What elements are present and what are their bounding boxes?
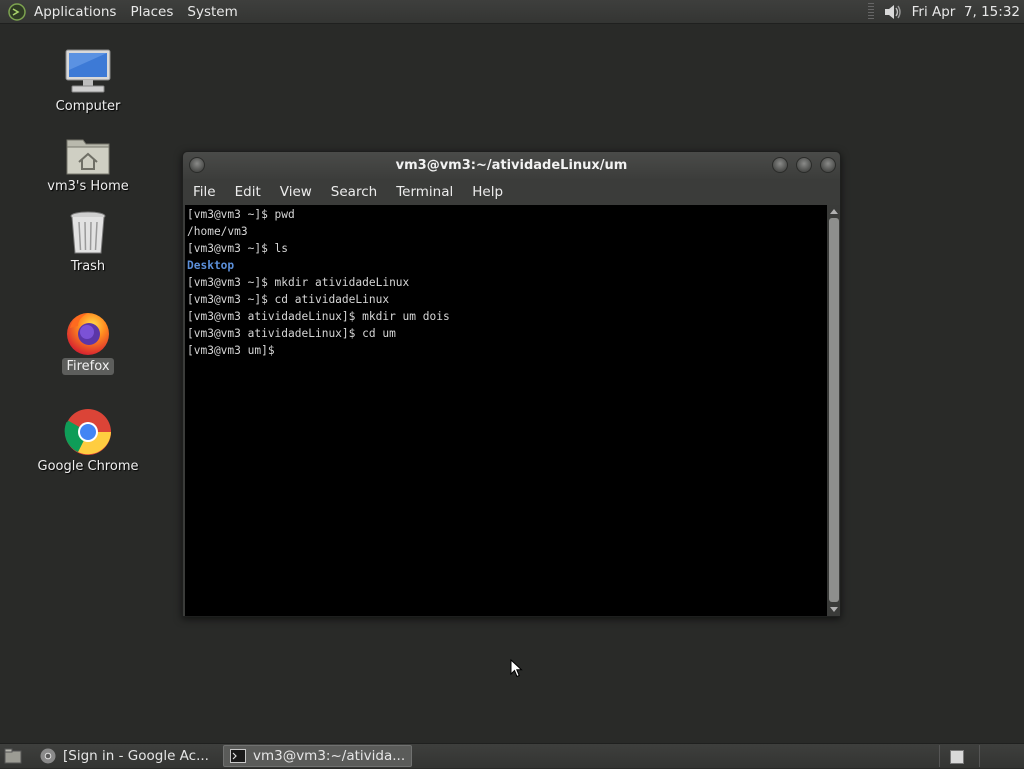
terminal-line: [vm3@vm3 ~]$ pwd <box>187 208 295 221</box>
show-desktop-icon <box>4 748 22 764</box>
maximize-button[interactable] <box>796 157 812 173</box>
volume-icon[interactable] <box>882 2 904 22</box>
terminal-icon <box>229 749 246 763</box>
terminal-line: [vm3@vm3 atividadeLinux]$ cd um <box>187 327 396 340</box>
scroll-down-arrow-icon[interactable] <box>827 604 840 616</box>
taskbar-item-chrome[interactable]: [Sign in - Google Ac... <box>34 745 215 767</box>
desktop-icon-label: Computer <box>55 99 121 114</box>
show-desktop-button[interactable] <box>0 744 26 769</box>
menu-edit[interactable]: Edit <box>235 184 261 200</box>
taskbar-item-label: [Sign in - Google Ac... <box>63 748 209 764</box>
workspace-divider <box>939 745 940 767</box>
top-panel: Applications Places System Fri Apr 7, 15… <box>0 0 1024 24</box>
desktop-icon-chrome[interactable]: Google Chrome <box>33 406 143 475</box>
workspace-divider <box>979 745 980 767</box>
terminal-line: [vm3@vm3 ~]$ ls <box>187 242 289 255</box>
scrollbar-thumb[interactable] <box>829 218 839 602</box>
distro-logo-icon[interactable] <box>6 1 28 23</box>
trash-icon <box>70 211 106 254</box>
window-menu-button[interactable] <box>189 157 205 173</box>
window-title: vm3@vm3:~/atividadeLinux/um <box>395 158 628 173</box>
desktop-icon-trash[interactable]: Trash <box>33 206 143 275</box>
desktop-icon-label: Firefox <box>62 358 114 375</box>
terminal-menubar: File Edit View Search Terminal Help <box>183 179 840 204</box>
home-folder-icon <box>66 139 110 175</box>
applications-menu[interactable]: Applications <box>34 4 116 20</box>
terminal-line: [vm3@vm3 atividadeLinux]$ mkdir um dois <box>187 310 450 323</box>
workspace-1[interactable] <box>950 749 964 764</box>
computer-icon <box>65 49 111 93</box>
workspace-switcher[interactable] <box>939 744 1024 769</box>
mouse-pointer-icon <box>510 659 523 678</box>
terminal-scrollbar[interactable] <box>827 205 840 616</box>
taskbar-item-terminal[interactable]: vm3@vm3:~/ativida... <box>222 745 413 767</box>
menu-terminal[interactable]: Terminal <box>396 184 453 200</box>
window-titlebar[interactable]: vm3@vm3:~/atividadeLinux/um <box>183 152 840 179</box>
desktop-icon-home[interactable]: vm3's Home <box>33 126 143 195</box>
chrome-icon <box>64 409 111 455</box>
menu-view[interactable]: View <box>280 184 312 200</box>
firefox-icon <box>67 313 109 355</box>
desktop-icon-label: Google Chrome <box>37 459 139 474</box>
panel-handle <box>867 3 874 21</box>
terminal-line: /home/vm3 <box>187 225 248 238</box>
scroll-up-arrow-icon[interactable] <box>827 205 840 217</box>
places-menu[interactable]: Places <box>130 4 173 20</box>
desktop-icon-label: vm3's Home <box>47 179 129 194</box>
top-panel-tray: Fri Apr 7, 15:32 <box>867 0 1024 24</box>
close-button[interactable] <box>820 157 836 173</box>
clock[interactable]: Fri Apr 7, 15:32 <box>912 4 1020 20</box>
terminal-line-directory: Desktop <box>187 259 235 272</box>
minimize-button[interactable] <box>772 157 788 173</box>
terminal-prompt-line: [vm3@vm3 um]$ <box>187 344 282 357</box>
terminal-line: [vm3@vm3 ~]$ mkdir atividadeLinux <box>187 276 410 289</box>
menu-search[interactable]: Search <box>331 184 377 200</box>
terminal-line: [vm3@vm3 ~]$ cd atividadeLinux <box>187 293 390 306</box>
desktop-icon-label: Trash <box>70 259 106 274</box>
taskbar-item-label: vm3@vm3:~/ativida... <box>252 748 406 764</box>
bottom-panel: [Sign in - Google Ac... vm3@vm3:~/ativid… <box>0 743 1024 768</box>
menu-file[interactable]: File <box>193 184 216 200</box>
desktop-icon-firefox[interactable]: Firefox <box>33 306 143 375</box>
terminal-output[interactable]: [vm3@vm3 ~]$ pwd /home/vm3 [vm3@vm3 ~]$ … <box>185 205 827 616</box>
chrome-icon <box>40 748 56 764</box>
terminal-window[interactable]: vm3@vm3:~/atividadeLinux/um File Edit Vi… <box>182 151 841 617</box>
menu-help[interactable]: Help <box>472 184 503 200</box>
system-menu[interactable]: System <box>187 4 237 20</box>
desktop-icon-computer[interactable]: Computer <box>33 46 143 115</box>
